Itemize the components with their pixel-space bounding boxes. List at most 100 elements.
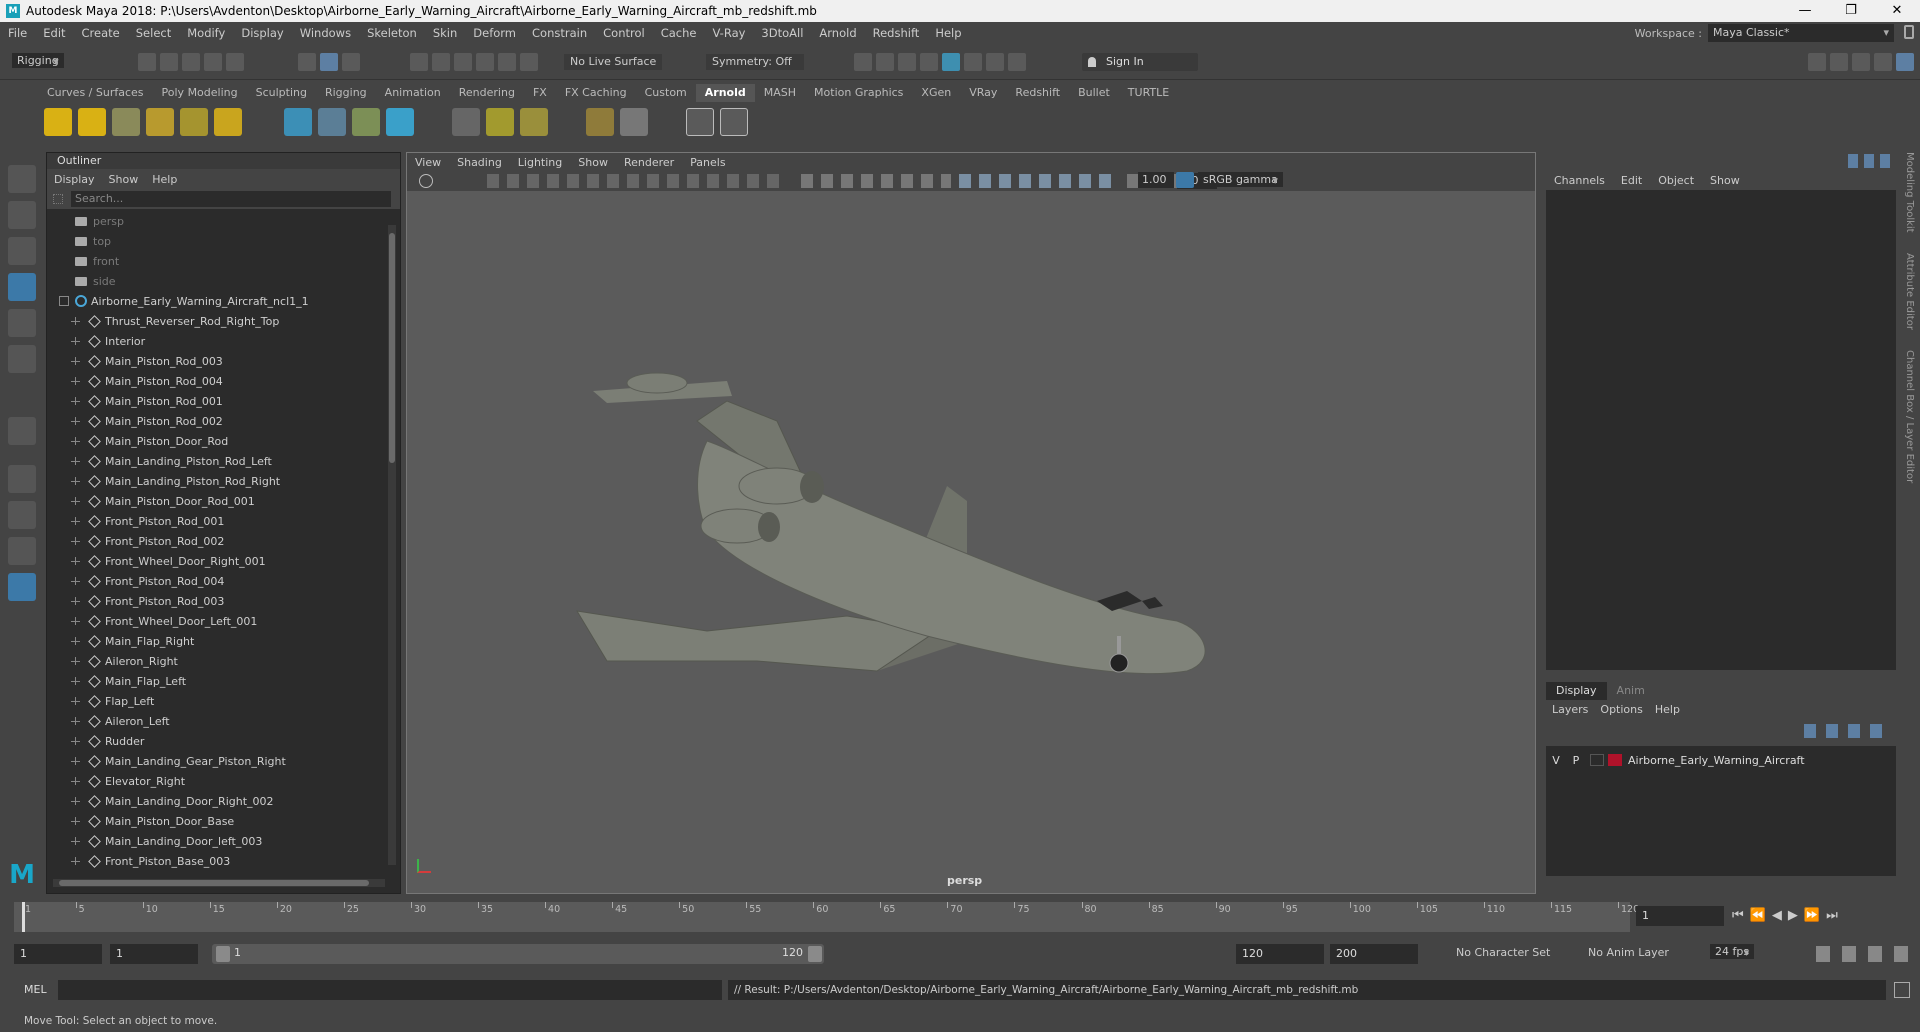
paint-select-tool-icon[interactable] — [8, 237, 36, 265]
viewport-menu-renderer[interactable]: Renderer — [616, 156, 682, 169]
channels-menu-object[interactable]: Object — [1650, 174, 1702, 187]
menu-arnold[interactable]: Arnold — [811, 26, 864, 40]
new-scene-icon[interactable] — [138, 53, 156, 71]
outliner-mesh-item[interactable]: Interior — [47, 331, 387, 351]
expand-icon[interactable] — [71, 336, 81, 346]
shelf-tab-sculpting[interactable]: Sculpting — [247, 84, 316, 102]
expand-icon[interactable] — [71, 516, 81, 526]
hypershade-icon[interactable] — [942, 53, 960, 71]
shading-mode-icons[interactable] — [959, 174, 1119, 188]
outliner-camera-item[interactable]: top — [47, 231, 387, 251]
menu-control[interactable]: Control — [595, 26, 653, 40]
expand-icon[interactable] — [71, 556, 81, 566]
select-component-icon[interactable] — [342, 53, 360, 71]
channel-box-header-icons[interactable] — [1848, 154, 1892, 168]
single-pane-layout-icon[interactable] — [8, 465, 36, 493]
outliner-mesh-item[interactable]: Main_Piston_Door_Rod — [47, 431, 387, 451]
shelf-tab-fx-caching[interactable]: FX Caching — [556, 84, 636, 102]
shelf-tab-custom[interactable]: Custom — [636, 84, 696, 102]
shelf-tab-redshift[interactable]: Redshift — [1006, 84, 1069, 102]
menuset-dropdown[interactable]: Rigging — [12, 53, 64, 68]
expand-icon[interactable] — [71, 576, 81, 586]
outliner-mesh-item[interactable]: Main_Landing_Piston_Rod_Right — [47, 471, 387, 491]
expand-icon[interactable] — [71, 856, 81, 866]
expand-icon[interactable] — [71, 616, 81, 626]
menu-skeleton[interactable]: Skeleton — [359, 26, 425, 40]
gamma-field[interactable]: 1.00 — [1138, 172, 1174, 188]
light-portal-icon[interactable] — [180, 108, 208, 136]
outliner-mesh-item[interactable]: Main_Landing_Door_Right_002 — [47, 791, 387, 811]
outliner-mesh-item[interactable]: Main_Piston_Rod_003 — [47, 351, 387, 371]
snap-curve-icon[interactable] — [432, 53, 450, 71]
viewport-canvas[interactable] — [407, 191, 1535, 893]
shelf-tab-mash[interactable]: MASH — [755, 84, 805, 102]
mel-input[interactable] — [58, 980, 722, 1000]
maximize-button[interactable]: ❐ — [1828, 0, 1874, 22]
outliner-mesh-item[interactable]: Main_Landing_Piston_Rod_Left — [47, 451, 387, 471]
select-camera-icon[interactable] — [419, 174, 433, 188]
outliner-mesh-item[interactable]: Front_Wheel_Door_Left_001 — [47, 611, 387, 631]
expand-icon[interactable] — [71, 776, 81, 786]
render-frame-icon[interactable] — [876, 53, 894, 71]
expand-icon[interactable] — [71, 476, 81, 486]
outliner-mesh-item[interactable]: Rudder — [47, 731, 387, 751]
light-editor-icon[interactable] — [986, 53, 1004, 71]
arnold-render-icon[interactable] — [720, 108, 748, 136]
expand-icon[interactable] — [71, 836, 81, 846]
outliner-mesh-item[interactable]: Main_Flap_Left — [47, 671, 387, 691]
layers-menu-layers[interactable]: Layers — [1546, 703, 1594, 716]
expand-icon[interactable] — [71, 796, 81, 806]
create-volume-icon[interactable] — [318, 108, 346, 136]
viewport-menu-panels[interactable]: Panels — [682, 156, 733, 169]
end-time-field[interactable]: 200 — [1330, 944, 1418, 964]
expand-icon[interactable] — [71, 496, 81, 506]
script-editor-icon[interactable] — [1894, 982, 1910, 998]
render-view-icon[interactable] — [854, 53, 872, 71]
outliner-search-input[interactable]: Search... — [71, 191, 391, 207]
render-setup-icon[interactable] — [964, 53, 982, 71]
scale-tool-icon[interactable] — [8, 345, 36, 373]
mesh-light-icon[interactable] — [78, 108, 106, 136]
playback-start-field[interactable]: 1 — [110, 944, 198, 964]
shelf-tab-rendering[interactable]: Rendering — [450, 84, 524, 102]
viewport-menu-view[interactable]: View — [407, 156, 449, 169]
four-pane-layout-icon[interactable] — [8, 501, 36, 529]
outliner-mesh-item[interactable]: Main_Landing_Gear_Piston_Right — [47, 751, 387, 771]
outliner-mesh-item[interactable]: Elevator_Right — [47, 771, 387, 791]
live-surface-field[interactable]: No Live Surface — [564, 54, 662, 70]
layer-action-icons[interactable] — [1804, 724, 1888, 738]
close-button[interactable]: ✕ — [1874, 0, 1920, 22]
expand-icon[interactable] — [71, 756, 81, 766]
outliner-mesh-item[interactable]: Main_Piston_Rod_004 — [47, 371, 387, 391]
layer-tab-display[interactable]: Display — [1546, 682, 1607, 700]
menu-file[interactable]: File — [0, 26, 35, 40]
outliner-mesh-item[interactable]: Main_Piston_Rod_002 — [47, 411, 387, 431]
expand-icon[interactable] — [71, 656, 81, 666]
expand-icon[interactable] — [71, 696, 81, 706]
expand-icon[interactable] — [71, 536, 81, 546]
layers-menu-options[interactable]: Options — [1594, 703, 1648, 716]
snap-point-icon[interactable] — [454, 53, 472, 71]
curve-collector-icon[interactable] — [352, 108, 380, 136]
channel-box-toggle-icon[interactable] — [1896, 53, 1914, 71]
outliner-camera-item[interactable]: front — [47, 251, 387, 271]
outliner-mesh-item[interactable]: Main_Piston_Door_Base — [47, 811, 387, 831]
shelf-tab-fx[interactable]: FX — [524, 84, 556, 102]
outliner-mesh-item[interactable]: Front_Piston_Rod_003 — [47, 591, 387, 611]
viewport-menu-shading[interactable]: Shading — [449, 156, 510, 169]
shelf-tab-animation[interactable]: Animation — [376, 84, 450, 102]
menu-cache[interactable]: Cache — [653, 26, 705, 40]
menu-create[interactable]: Create — [74, 26, 128, 40]
open-scene-icon[interactable] — [160, 53, 178, 71]
menu-display[interactable]: Display — [233, 26, 291, 40]
outliner-mesh-item[interactable]: Main_Landing_Door_left_003 — [47, 831, 387, 851]
camera-tools-icons[interactable] — [487, 174, 787, 188]
menu-skin[interactable]: Skin — [425, 26, 465, 40]
shelf-tab-curves-surfaces[interactable]: Curves / Surfaces — [38, 84, 153, 102]
snap-center-icon[interactable] — [520, 53, 538, 71]
shelf-tab-rigging[interactable]: Rigging — [316, 84, 376, 102]
outliner-menu-display[interactable]: Display — [47, 173, 102, 186]
layer-color-swatch[interactable] — [1608, 754, 1622, 766]
layer-row[interactable]: V P Airborne_Early_Warning_Aircraft — [1546, 752, 1896, 768]
channels-menu-show[interactable]: Show — [1702, 174, 1748, 187]
